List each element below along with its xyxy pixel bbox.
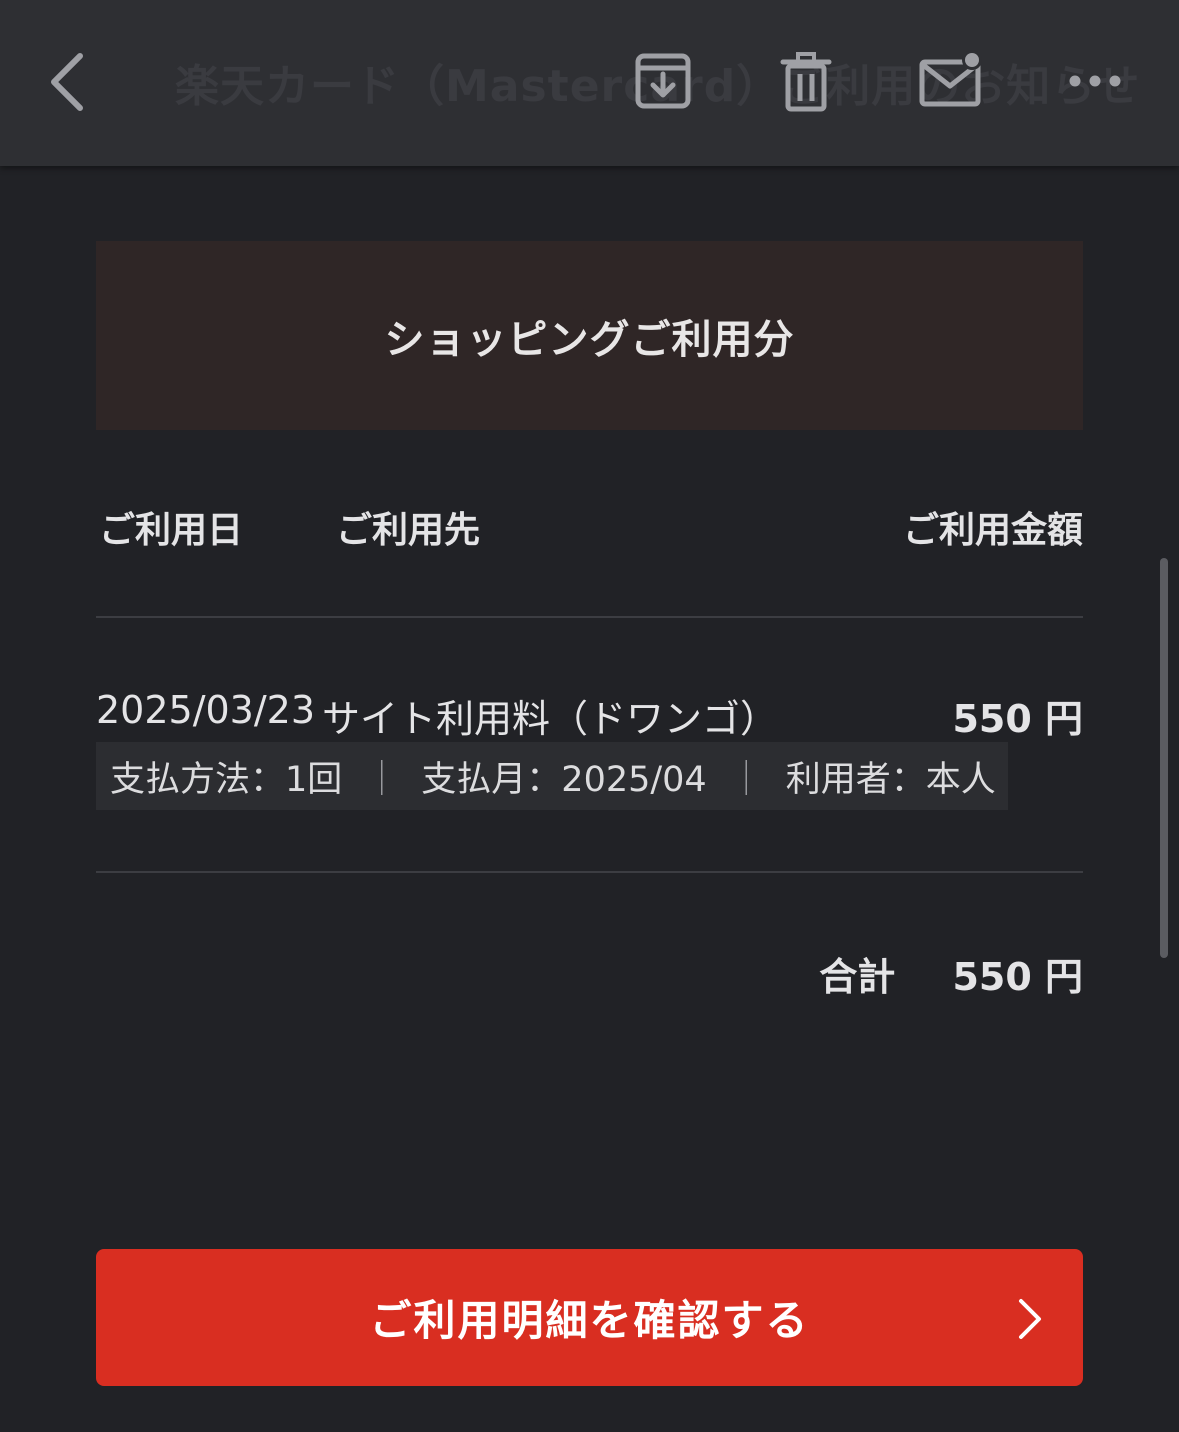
row-merchant: サイト利用料（ドワンゴ）: [322, 697, 779, 741]
separator: ｜: [728, 759, 764, 800]
card-user: 利用者：本人: [785, 759, 996, 800]
total-row: 合計 550 円: [819, 946, 1083, 1001]
scrollbar[interactable]: [1160, 558, 1168, 958]
payment-method: 支払方法：1回: [110, 759, 343, 800]
column-header-merchant: ご利用先: [336, 510, 481, 551]
archive-icon[interactable]: [634, 52, 692, 110]
view-statement-button[interactable]: ご利用明細を確認する: [96, 1249, 1083, 1386]
more-icon[interactable]: [1066, 68, 1124, 94]
total-amount: 550 円: [952, 955, 1083, 999]
payment-month: 支払月：2025/04: [421, 759, 707, 800]
section-title: ショッピングご利用分: [384, 316, 795, 363]
divider: [96, 616, 1083, 618]
table-row: 2025/03/23 サイト利用料（ドワンゴ） 550 円: [96, 688, 1083, 741]
section-header: ショッピングご利用分: [96, 241, 1083, 430]
divider: [96, 871, 1083, 873]
chevron-right-icon: [1019, 1299, 1041, 1339]
separator: ｜: [364, 759, 400, 800]
row-date: 2025/03/23: [96, 688, 316, 732]
column-header-date: ご利用日: [99, 510, 244, 551]
column-header-amount: ご利用金額: [902, 510, 1083, 551]
row-details: 支払方法：1回 ｜ 支払月：2025/04 ｜ 利用者：本人: [96, 742, 1008, 810]
back-icon[interactable]: [40, 46, 100, 118]
total-label: 合計: [819, 955, 896, 999]
trash-icon[interactable]: [780, 52, 832, 112]
top-toolbar: 楽天カード（Mastercard）ご利用のお知らせ: [0, 0, 1179, 166]
mail-unread-icon[interactable]: [918, 48, 986, 110]
row-amount: 550 円: [952, 697, 1083, 741]
view-statement-label: ご利用明細を確認する: [369, 1296, 810, 1345]
